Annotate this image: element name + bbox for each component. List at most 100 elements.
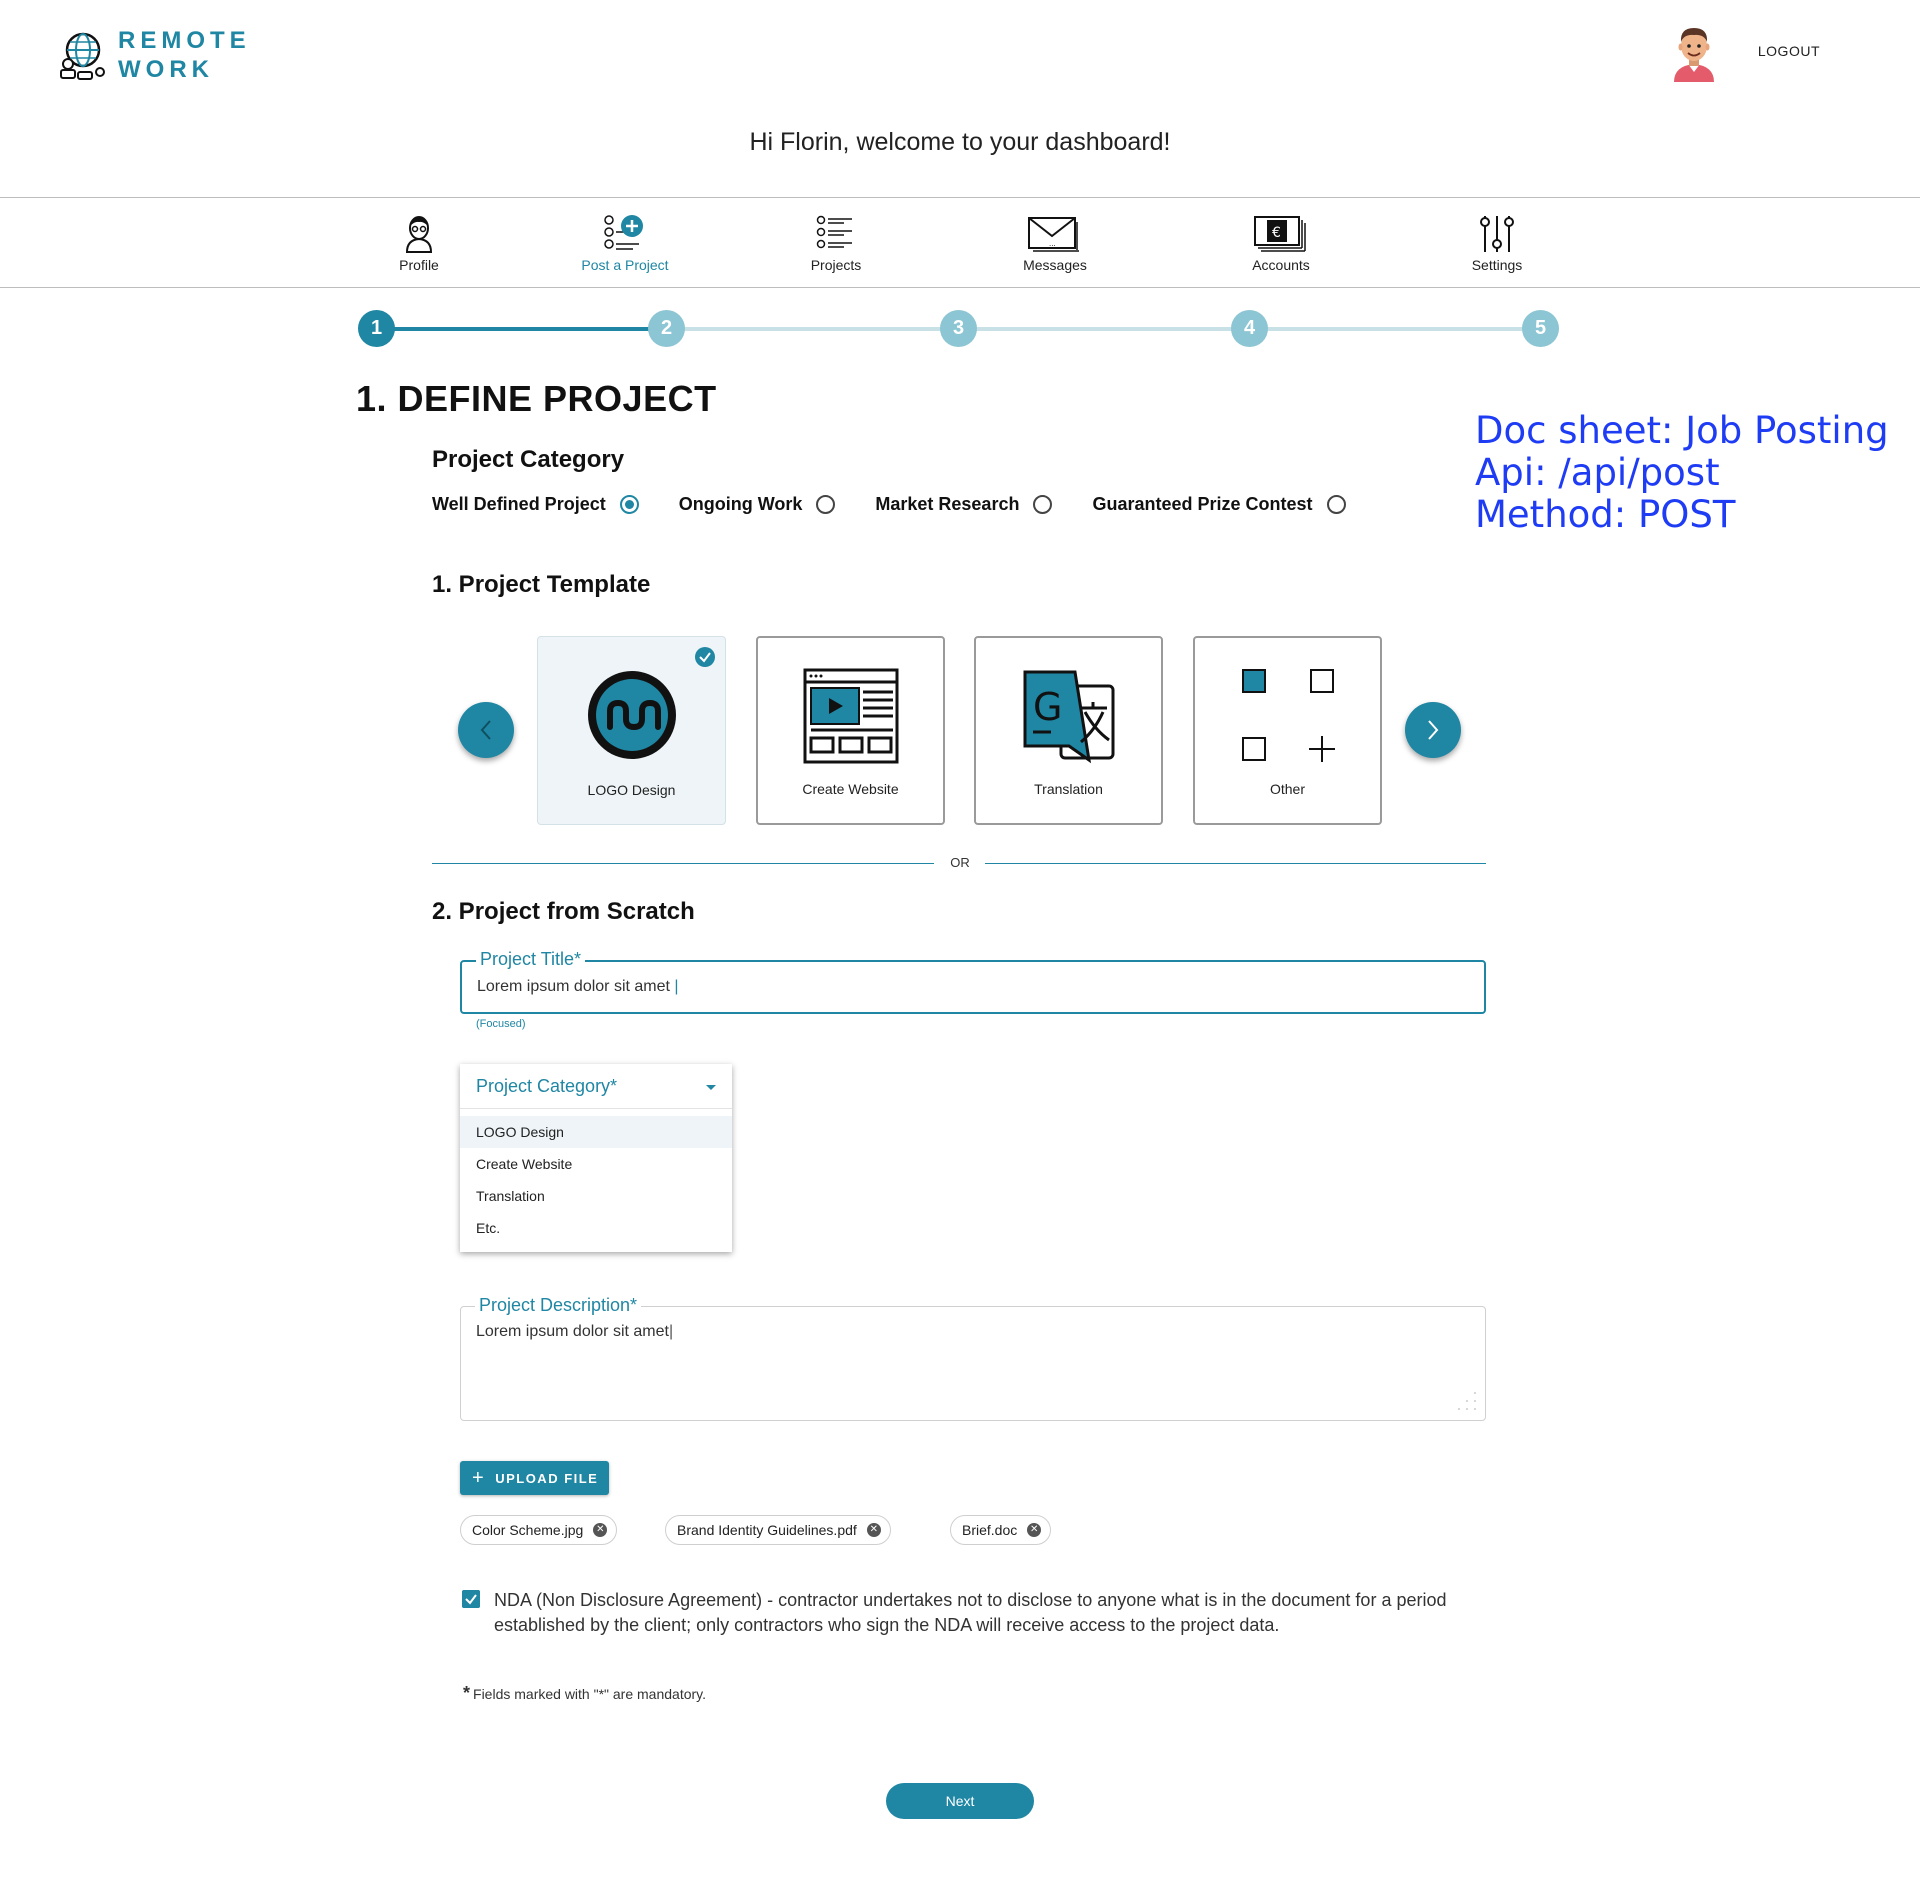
scratch-heading: 2. Project from Scratch — [432, 898, 695, 925]
mandatory-star: * — [463, 1683, 471, 1703]
text-caret: | — [668, 1323, 674, 1340]
radio-ongoing-work[interactable]: Ongoing Work — [679, 494, 836, 515]
menu-item-create-website[interactable]: Create Website — [460, 1148, 732, 1180]
step-3[interactable]: 3 — [940, 310, 977, 347]
or-separator: OR — [950, 855, 970, 870]
radio-button-checked[interactable] — [619, 495, 639, 514]
file-name: Brand Identity Guidelines.pdf — [677, 1522, 857, 1538]
radio-market-research[interactable]: Market Research — [875, 494, 1053, 515]
nav-item-messages[interactable]: ... Messages — [985, 214, 1125, 273]
step-1[interactable]: 1 — [358, 310, 395, 347]
svg-text:G: G — [1033, 685, 1062, 729]
remove-file-icon[interactable]: ✕ — [1027, 1523, 1042, 1537]
logo-design-icon — [587, 671, 676, 759]
radio-button[interactable] — [1033, 495, 1053, 514]
post-project-icon — [604, 215, 643, 250]
nav-item-profile[interactable]: Profile — [349, 214, 489, 273]
text-caret: | — [674, 978, 679, 995]
carousel-next-button[interactable] — [1405, 702, 1461, 758]
category-heading: Project Category — [432, 446, 625, 473]
remove-file-icon[interactable]: ✕ — [866, 1523, 881, 1537]
menu-item-translation[interactable]: Translation — [460, 1180, 732, 1212]
nav-item-post-project[interactable]: Post a Project — [555, 214, 695, 273]
divider-left — [432, 863, 934, 864]
radio-well-defined[interactable]: Well Defined Project — [432, 494, 639, 515]
upload-file-button[interactable]: + UPLOAD FILE — [460, 1461, 609, 1495]
file-name: Brief.doc — [962, 1522, 1018, 1538]
template-card-website[interactable]: Create Website — [756, 636, 945, 825]
logout-link[interactable]: LOGOUT — [1758, 43, 1820, 59]
template-card-logo[interactable]: LOGO Design — [537, 636, 726, 825]
next-button[interactable]: Next — [886, 1783, 1034, 1819]
brand-logo[interactable]: REMOTE WORK — [56, 26, 251, 84]
stepper-line-done — [376, 327, 666, 331]
radio-button[interactable] — [816, 495, 836, 514]
resize-grip-icon[interactable] — [1451, 1387, 1479, 1415]
menu-item-logo-design[interactable]: LOGO Design — [460, 1116, 732, 1148]
project-title-field[interactable]: Project Title* Lorem ipsum dolor sit ame… — [460, 949, 1486, 1014]
file-chip: Brand Identity Guidelines.pdf ✕ — [665, 1515, 891, 1545]
radio-button[interactable] — [1326, 495, 1346, 514]
sliders-icon — [1480, 216, 1514, 252]
svg-text:€: € — [1272, 225, 1281, 241]
menu-item-etc[interactable]: Etc. — [460, 1212, 732, 1244]
nav-item-projects[interactable]: Projects — [766, 214, 906, 273]
page-title: 1. DEFINE PROJECT — [356, 378, 717, 419]
progress-stepper: 1 2 3 4 5 — [358, 308, 1559, 350]
template-card-label: LOGO Design — [587, 782, 676, 798]
template-card-label: Other — [1269, 781, 1305, 797]
nav-item-accounts[interactable]: € Accounts — [1211, 214, 1351, 273]
template-card-other[interactable]: Other — [1193, 636, 1382, 825]
project-description-field[interactable]: Project Description* Lorem ipsum dolor s… — [460, 1295, 1486, 1421]
project-title-input[interactable]: Lorem ipsum dolor sit amet | — [477, 978, 679, 996]
remove-file-icon[interactable]: ✕ — [593, 1523, 608, 1537]
money-icon: € — [1254, 216, 1306, 252]
file-chip: Color Scheme.jpg ✕ — [460, 1515, 618, 1545]
radio-label: Guaranteed Prize Contest — [1092, 494, 1313, 514]
avatar[interactable] — [1666, 20, 1722, 82]
doc-sheet-line: Doc sheet: Job Posting — [1475, 409, 1889, 452]
template-card-label: Create Website — [802, 781, 899, 797]
file-chip: Brief.doc ✕ — [950, 1515, 1052, 1545]
select-header[interactable]: Project Category* — [460, 1064, 732, 1109]
divider-right — [985, 863, 1486, 864]
nda-checkbox[interactable] — [462, 1590, 480, 1608]
template-card-label: Translation — [1034, 781, 1103, 797]
mandatory-note: * Fields marked with "*" are mandatory. — [463, 1683, 706, 1704]
main-nav: Profile Post a Project Projects ... Mess… — [0, 197, 1920, 288]
nav-label-profile: Profile — [399, 257, 439, 273]
nav-item-settings[interactable]: Settings — [1427, 214, 1567, 273]
nav-label-post-project: Post a Project — [581, 257, 669, 273]
other-icon — [1241, 669, 1335, 762]
project-title-label: Project Title* — [476, 949, 586, 970]
translate-icon: G — [1023, 670, 1114, 764]
step-5[interactable]: 5 — [1522, 310, 1559, 347]
category-radio-group: Well Defined Project Ongoing Work Market… — [432, 494, 1386, 515]
step-4[interactable]: 4 — [1231, 310, 1268, 347]
select-label: Project Category* — [476, 1076, 618, 1096]
nav-label-settings: Settings — [1471, 257, 1523, 273]
stepper-line-pending — [666, 327, 1536, 331]
website-icon — [803, 668, 898, 764]
radio-label: Well Defined Project — [432, 494, 606, 514]
brand-line1: REMOTE — [118, 27, 251, 54]
project-category-select[interactable]: Project Category* LOGO Design Create Web… — [460, 1064, 732, 1252]
envelope-icon: ... — [1028, 217, 1079, 252]
field-helper-text: (Focused) — [476, 1018, 526, 1030]
nav-label-messages: Messages — [1023, 257, 1087, 273]
file-name: Color Scheme.jpg — [472, 1522, 584, 1538]
radio-label: Market Research — [875, 494, 1020, 514]
user-area: LOGOUT — [1666, 20, 1820, 82]
project-title-value: Lorem ipsum dolor sit amet — [477, 978, 675, 995]
project-description-input[interactable]: Lorem ipsum dolor sit amet| — [476, 1323, 673, 1341]
svg-text:...: ... — [1049, 239, 1056, 248]
radio-prize-contest[interactable]: Guaranteed Prize Contest — [1092, 494, 1346, 515]
welcome-message: Hi Florin, welcome to your dashboard! — [749, 128, 1171, 156]
chevron-right-icon — [1428, 720, 1439, 740]
carousel-prev-button[interactable] — [458, 702, 514, 758]
globe-worker-icon — [60, 32, 105, 80]
template-card-translation[interactable]: G Translation — [974, 636, 1163, 825]
nav-label-projects: Projects — [810, 257, 862, 273]
step-2[interactable]: 2 — [648, 310, 685, 347]
nda-text: NDA (Non Disclosure Agreement) - contrac… — [494, 1590, 1447, 1635]
